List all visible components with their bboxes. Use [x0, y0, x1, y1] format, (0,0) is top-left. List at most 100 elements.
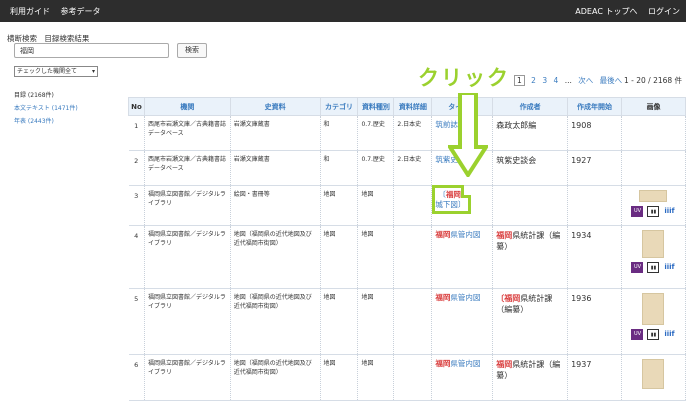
uv-viewer-icon[interactable]: UV [631, 262, 644, 273]
title-link[interactable]: 福岡県管内図 [435, 230, 480, 239]
map-thumbnail[interactable] [642, 359, 665, 389]
cell-image: UV ▮▮ iiif [621, 225, 686, 289]
cell-image: UV ▮▮ iiif [621, 288, 686, 355]
library-icon[interactable]: ▮▮ [647, 262, 660, 273]
title-link[interactable]: 福岡県管内図 [435, 359, 480, 368]
guide-link[interactable]: 利用ガイド [10, 7, 50, 16]
cell-detail [393, 185, 433, 226]
cell-institution: 福岡県立図書館／デジタルライブラリ [144, 354, 231, 401]
col-category[interactable]: カテゴリ [319, 97, 359, 116]
uv-viewer-icon[interactable]: UV [631, 329, 644, 340]
login-link[interactable]: ログイン [648, 7, 680, 16]
table-row: 4 福岡県立図書館／デジタルライブラリ 地図（福岡県の近代地図及び近代福岡市街図… [128, 225, 686, 289]
cell-detail [393, 288, 433, 355]
col-author[interactable]: 作成者 [492, 97, 569, 116]
cell-year: 1908 [567, 115, 622, 151]
cell-source: 地図（福岡県の近代地図及び近代福岡市街図） [230, 225, 321, 289]
cell-author: 〔福岡県統計課（編纂） [492, 288, 569, 355]
cell-type: 0.7.歴史 [357, 150, 395, 186]
facet-catalog: 目録 (2168件) [14, 92, 54, 99]
map-thumbnail[interactable] [642, 230, 665, 258]
table-row: 2 西尾市岩瀬文庫／古典籍書誌データベース 岩瀬文庫蔵書 和 0.7.歴史 2.… [128, 150, 686, 186]
col-type[interactable]: 資料種別 [357, 97, 395, 116]
cell-title[interactable]: 福岡県管内図 [431, 288, 494, 355]
adeac-top-link[interactable]: ADEAC トップへ [575, 7, 637, 16]
col-institution[interactable]: 機関 [143, 97, 231, 116]
library-icon[interactable]: ▮▮ [647, 329, 660, 340]
cell-no: 5 [128, 288, 145, 355]
cell-detail: 2.日本史 [393, 150, 433, 186]
cell-category: 地図 [320, 225, 359, 289]
title-link-highlighted[interactable]: 〔福岡城下図〕 [432, 185, 472, 214]
table-header-row: No 機関 史資料 カテゴリ 資料種別 資料詳細 タイトル 作成者 作成年開始 … [128, 97, 686, 116]
cell-category: 地図 [320, 185, 359, 226]
col-source[interactable]: 史資料 [229, 97, 321, 116]
map-thumbnail[interactable] [642, 293, 665, 325]
page-current: 1 [514, 75, 525, 86]
cell-no: 6 [128, 354, 145, 401]
cell-image [621, 150, 686, 186]
cell-detail: 2.日本史 [393, 115, 433, 151]
institution-select-value: チェックした機関全て [17, 68, 78, 75]
cell-title[interactable]: 〔福岡城下図〕 [431, 185, 494, 226]
top-bar: 利用ガイド 参考データ ADEAC トップへ ログイン [0, 0, 686, 22]
pagination: 1 2 3 4 ... 次へ 最後へ [514, 75, 622, 86]
cell-category: 和 [320, 115, 359, 151]
cell-year: 1927 [567, 150, 622, 186]
page-2[interactable]: 2 [531, 76, 536, 85]
cell-institution: 西尾市岩瀬文庫／古典籍書誌データベース [144, 115, 231, 151]
col-year[interactable]: 作成年開始 [567, 97, 622, 116]
cell-title[interactable]: 福岡県管内図 [431, 354, 494, 401]
breadcrumb-results: 目録検索結果 [44, 34, 90, 43]
cell-author: 福岡県統計課（編纂） [492, 354, 569, 401]
result-count: 1 - 20 / 2168 件 [624, 76, 683, 85]
cell-type: 地図 [357, 225, 395, 289]
breadcrumb-cross-search[interactable]: 横断検索 [7, 34, 37, 43]
institution-select[interactable]: チェックした機関全て ▾ [14, 66, 98, 77]
iiif-icon[interactable]: iiif [663, 329, 676, 340]
facet-chronology[interactable]: 年表 (2443件) [14, 115, 78, 128]
cell-source: 地図（福岡県の近代地図及び近代福岡市街図） [230, 354, 321, 401]
cell-no: 3 [128, 185, 145, 226]
cell-category: 和 [320, 150, 359, 186]
col-image: 画像 [620, 97, 686, 116]
cell-year: 1934 [567, 225, 622, 289]
cell-category: 地図 [320, 354, 359, 401]
iiif-icon[interactable]: iiif [663, 206, 676, 217]
col-detail[interactable]: 資料詳細 [393, 97, 433, 116]
cell-no: 4 [128, 225, 145, 289]
facet-fulltext[interactable]: 本文テキスト (1471件) [14, 102, 78, 115]
page-3[interactable]: 3 [542, 76, 547, 85]
title-link[interactable]: 福岡県管内図 [435, 293, 480, 302]
uv-viewer-icon[interactable]: UV [631, 206, 644, 217]
page-last[interactable]: 最後へ [600, 76, 623, 85]
page-next[interactable]: 次へ [578, 76, 593, 85]
cell-source: 岩瀬文庫蔵書 [230, 150, 321, 186]
results-table: No 機関 史資料 カテゴリ 資料種別 資料詳細 タイトル 作成者 作成年開始 … [128, 97, 686, 401]
table-row: 3 福岡県立図書館／デジタルライブラリ 絵図・書冊等 地図 地図 〔福岡城下図〕… [128, 185, 686, 226]
cell-year: 1937 [567, 354, 622, 401]
arrow-down-icon [448, 93, 488, 177]
click-annotation: クリック [418, 66, 510, 90]
cell-institution: 福岡県立図書館／デジタルライブラリ [144, 225, 231, 289]
library-icon[interactable]: ▮▮ [647, 206, 660, 217]
cell-institution: 西尾市岩瀬文庫／古典籍書誌データベース [144, 150, 231, 186]
search-input[interactable]: 福岡 [14, 43, 169, 58]
cell-detail [393, 354, 433, 401]
col-no: No [128, 97, 145, 116]
iiif-icon[interactable]: iiif [663, 262, 676, 273]
cell-year: 1936 [567, 288, 622, 355]
cell-detail [393, 225, 433, 289]
cell-no: 2 [128, 150, 145, 186]
page-4[interactable]: 4 [554, 76, 559, 85]
reference-data-link[interactable]: 参考データ [61, 7, 101, 16]
cell-title[interactable]: 福岡県管内図 [431, 225, 494, 289]
cell-type: 0.7.歴史 [357, 115, 395, 151]
map-thumbnail[interactable] [639, 190, 668, 202]
search-button[interactable]: 検索 [177, 43, 207, 58]
table-row: 6 福岡県立図書館／デジタルライブラリ 地図（福岡県の近代地図及び近代福岡市街図… [128, 354, 686, 401]
cell-institution: 福岡県立図書館／デジタルライブラリ [144, 288, 231, 355]
cell-no: 1 [128, 115, 145, 151]
cell-type: 地図 [357, 288, 395, 355]
cell-type: 地図 [357, 185, 395, 226]
